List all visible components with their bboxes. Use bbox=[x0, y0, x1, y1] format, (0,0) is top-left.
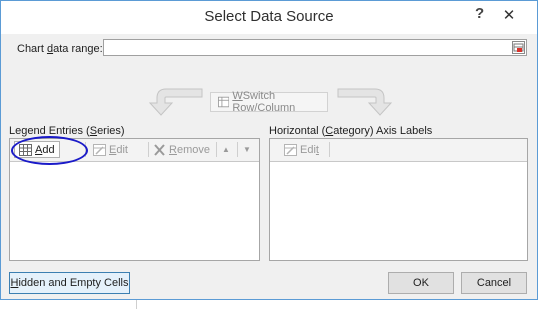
move-down-icon[interactable]: ▼ bbox=[243, 141, 251, 158]
toolbar-divider bbox=[148, 142, 149, 157]
ok-button[interactable]: OK bbox=[388, 272, 454, 294]
edit-series-button[interactable]: Edit bbox=[93, 141, 128, 158]
toolbar-divider bbox=[237, 142, 238, 157]
switch-row-column-label: WSwitch Row/Column bbox=[232, 90, 296, 114]
table-add-icon bbox=[19, 143, 32, 156]
edit-axis-labels-button[interactable]: Edit bbox=[284, 141, 319, 158]
cancel-button[interactable]: Cancel bbox=[461, 272, 527, 294]
add-series-button[interactable]: Add bbox=[14, 141, 60, 158]
remove-series-button[interactable]: Remove bbox=[153, 141, 210, 158]
legend-entries-label: Legend Entries (Series) bbox=[9, 125, 125, 137]
help-icon[interactable]: ? bbox=[475, 5, 484, 22]
dialog-title: Select Data Source bbox=[204, 8, 334, 25]
arrow-right-icon bbox=[337, 88, 393, 116]
remove-series-label: Remove bbox=[169, 143, 210, 156]
title-bar: Select Data Source ? ✕ bbox=[1, 1, 537, 34]
chart-data-range-input[interactable] bbox=[103, 39, 527, 56]
remove-x-icon bbox=[154, 143, 165, 156]
edit-series-label: Edit bbox=[109, 143, 128, 156]
add-series-label: Add bbox=[35, 143, 55, 156]
toolbar-divider bbox=[329, 142, 330, 157]
switch-row-column-icon bbox=[218, 96, 230, 108]
legend-toolbar: Add Edit Remove ▲ ▼ bbox=[10, 139, 259, 162]
chart-data-range-label: Chart data range: bbox=[17, 43, 103, 55]
edit-axis-labels-label: Edit bbox=[300, 143, 319, 156]
toolbar-divider bbox=[85, 142, 86, 157]
switch-row-column-button[interactable]: WSwitch Row/Column bbox=[210, 90, 328, 114]
edit-icon bbox=[93, 143, 106, 156]
hidden-empty-cells-label: Hidden and Empty Cells bbox=[10, 277, 129, 289]
axis-labels-panel: Edit bbox=[269, 138, 528, 261]
axis-labels-label: Horizontal (Category) Axis Labels bbox=[269, 125, 433, 137]
arrow-left-icon bbox=[148, 88, 203, 116]
legend-entries-list[interactable] bbox=[10, 161, 259, 260]
select-data-source-dialog: Select Data Source ? ✕ Chart data range:… bbox=[0, 0, 538, 300]
edit-icon bbox=[284, 143, 297, 156]
toolbar-divider bbox=[216, 142, 217, 157]
background-divider bbox=[136, 300, 137, 309]
close-icon[interactable]: ✕ bbox=[494, 6, 524, 26]
legend-entries-panel: Add Edit Remove ▲ ▼ bbox=[9, 136, 260, 261]
move-up-icon[interactable]: ▲ bbox=[222, 141, 230, 158]
axis-toolbar: Edit bbox=[270, 139, 527, 162]
background-strip bbox=[0, 300, 540, 309]
hidden-empty-cells-button[interactable]: Hidden and Empty Cells bbox=[9, 272, 130, 294]
range-collapse-icon[interactable] bbox=[512, 41, 525, 54]
axis-labels-list[interactable] bbox=[270, 161, 527, 260]
